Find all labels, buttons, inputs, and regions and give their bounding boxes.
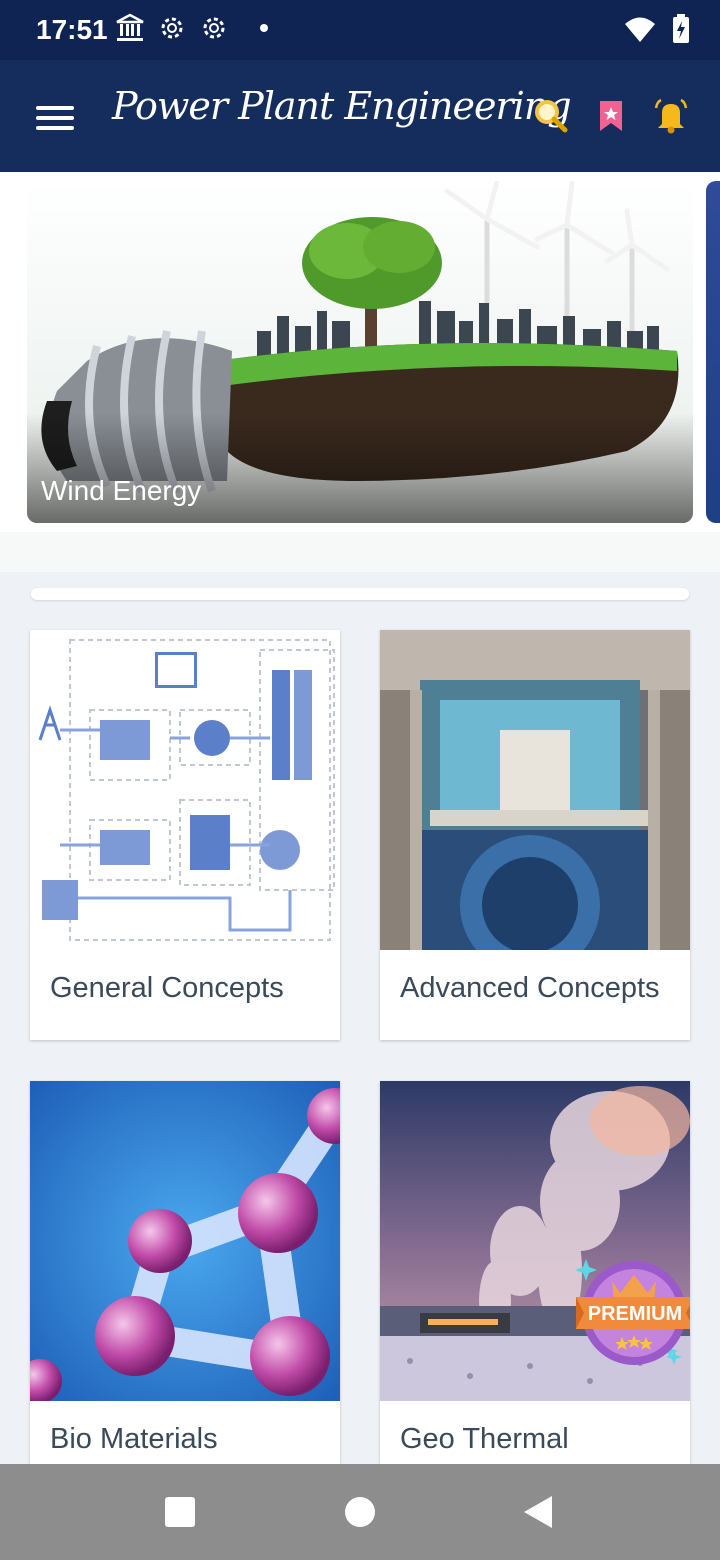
- banner-wind-energy[interactable]: Wind Energy: [27, 181, 693, 523]
- category-label: Geo Thermal: [400, 1423, 569, 1455]
- category-label: General Concepts: [50, 972, 284, 1004]
- menu-icon-line: [36, 126, 74, 130]
- status-time: 17:51: [36, 14, 108, 45]
- menu-icon-line: [36, 116, 74, 120]
- notification-bell-icon[interactable]: [654, 96, 688, 136]
- section-divider: [31, 588, 689, 600]
- back-triangle-icon[interactable]: [516, 1488, 564, 1536]
- geo-thermal-image: PREMIUM: [380, 1081, 690, 1401]
- advanced-concepts-image: [380, 630, 690, 950]
- menu-icon-line: [36, 106, 74, 110]
- premium-badge[interactable]: PREMIUM: [575, 1257, 690, 1367]
- wifi-icon: [625, 17, 655, 42]
- menu-button[interactable]: [36, 100, 76, 132]
- section-gap: [0, 532, 720, 572]
- status-bar: 17:51: [0, 0, 720, 60]
- search-icon[interactable]: [534, 96, 568, 136]
- banner-title: Wind Energy: [41, 475, 202, 506]
- banner-next-peek[interactable]: [706, 181, 720, 523]
- gear-icon: [203, 17, 225, 39]
- dot-icon: [260, 24, 268, 32]
- general-concepts-image: [30, 630, 340, 950]
- app-bar: Power Plant Engineering: [0, 60, 720, 172]
- premium-badge-text: PREMIUM: [588, 1303, 682, 1325]
- battery-charging-icon: [673, 14, 689, 43]
- system-nav-bar: [0, 1464, 720, 1560]
- home-circle-icon[interactable]: [336, 1488, 384, 1536]
- recents-square-icon[interactable]: [156, 1488, 204, 1536]
- category-card-geo-thermal[interactable]: PREMIUM Geo Thermal: [380, 1081, 690, 1464]
- status-notification-icons: [114, 12, 268, 44]
- category-card-advanced-concepts[interactable]: Advanced Concepts: [380, 630, 690, 1040]
- bank-icon: [116, 13, 144, 41]
- category-label: Bio Materials: [50, 1423, 218, 1455]
- gear-icon: [161, 17, 183, 39]
- bookmark-icon[interactable]: [594, 96, 628, 136]
- category-label: Advanced Concepts: [400, 972, 660, 1004]
- status-system-icons: [624, 14, 690, 44]
- app-title: Power Plant Engineering: [112, 84, 572, 128]
- banner-carousel[interactable]: Wind Energy: [0, 172, 720, 532]
- app-actions: [534, 96, 688, 136]
- bio-materials-image: [30, 1081, 340, 1401]
- category-card-general-concepts[interactable]: General Concepts: [30, 630, 340, 1040]
- category-card-bio-materials[interactable]: Bio Materials: [30, 1081, 340, 1464]
